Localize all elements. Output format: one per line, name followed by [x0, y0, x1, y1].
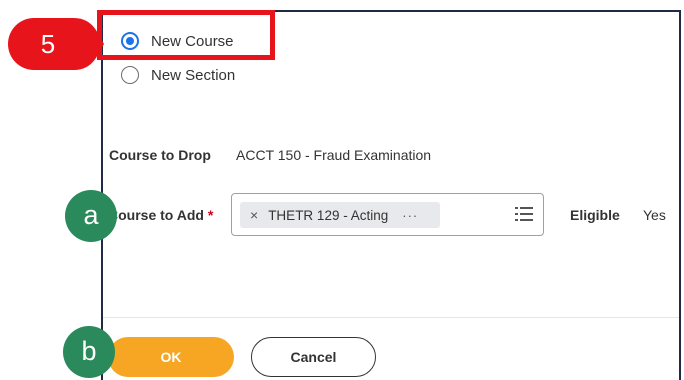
more-icon[interactable]: ··· [402, 208, 418, 223]
callout-a: a [65, 190, 117, 242]
step-number: 5 [40, 29, 56, 59]
course-to-drop-label: Course to Drop [109, 147, 211, 163]
step-callout: 5 [8, 18, 104, 70]
course-to-drop-value: ACCT 150 - Fraud Examination [236, 147, 432, 163]
callout-b: b [63, 326, 115, 378]
required-marker: * [207, 207, 214, 223]
eligible-value: Yes [643, 207, 666, 223]
eligible-label: Eligible [570, 207, 620, 223]
course-to-add-prompt[interactable]: × THETR 129 - Acting ··· [231, 193, 544, 236]
ok-button[interactable]: OK [108, 337, 234, 377]
cancel-button[interactable]: Cancel [251, 337, 376, 377]
radio-new-section-label: New Section [151, 66, 236, 84]
radio-new-section[interactable]: New Section [121, 66, 235, 84]
highlight-box [97, 10, 275, 60]
selected-course-pill[interactable]: × THETR 129 - Acting ··· [240, 202, 440, 228]
course-to-add-label: Course to Add * [108, 207, 213, 223]
footer-divider [103, 317, 679, 318]
radio-unchecked-icon[interactable] [121, 66, 139, 84]
course-to-add-label-text: Course to Add [108, 207, 204, 223]
remove-icon[interactable]: × [250, 207, 258, 223]
selected-course-text: THETR 129 - Acting [268, 207, 389, 223]
list-icon[interactable] [515, 206, 533, 222]
